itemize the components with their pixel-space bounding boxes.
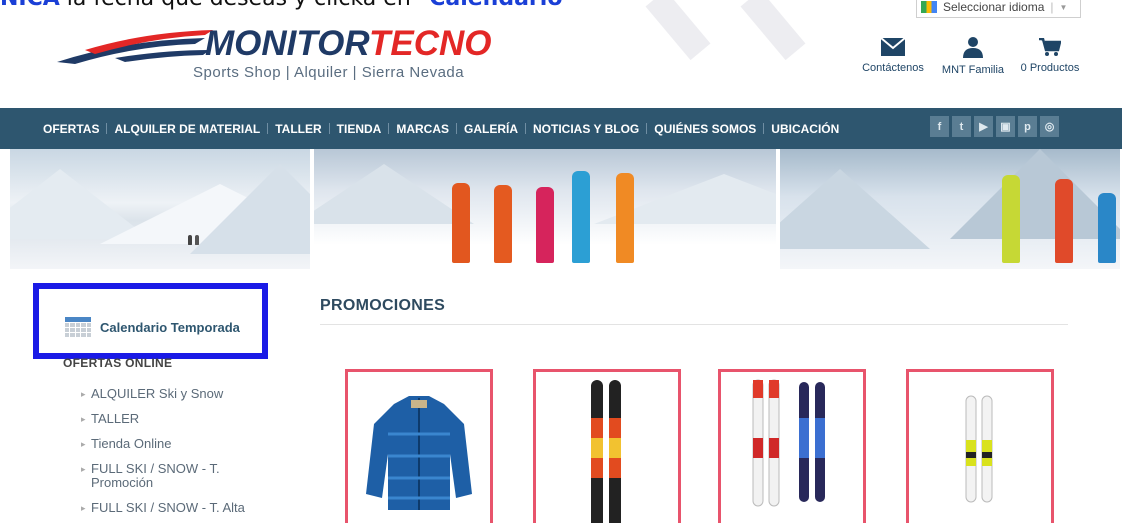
instruction-text: NICA la fecha que deseas y clicka en "Ca…	[0, 0, 574, 11]
product-card-two-skis[interactable]	[718, 369, 866, 523]
instruction-prefix: NICA	[0, 0, 60, 11]
hero-banner	[10, 149, 1120, 269]
nav-item-galeria[interactable]: GALERÍA	[449, 122, 518, 136]
title-divider	[320, 324, 1068, 325]
pinterest-icon[interactable]: p	[1018, 116, 1037, 137]
sidebar-item-tienda-online[interactable]: Tienda Online	[81, 437, 261, 452]
family-link[interactable]: MNT Familia	[940, 36, 1006, 76]
nav-item-ofertas[interactable]: OFERTAS	[43, 122, 99, 136]
logo-brand-primary: MONITOR	[205, 24, 369, 63]
facebook-icon[interactable]: f	[930, 116, 949, 137]
nav-item-alquiler[interactable]: ALQUILER DE MATERIAL	[99, 122, 260, 136]
logo-tagline: Sports Shop | Alquiler | Sierra Nevada	[193, 64, 465, 81]
user-icon	[963, 37, 983, 58]
nav-item-tienda[interactable]: TIENDA	[322, 122, 382, 136]
calendar-season-label: Calendario Temporada	[100, 319, 240, 335]
cart-icon	[1039, 38, 1061, 56]
page-title: PROMOCIONES	[320, 297, 446, 314]
red-skis-image	[591, 380, 621, 523]
cart-link[interactable]: 0 Productos	[1018, 38, 1082, 74]
instruction-body: la fecha que deseas y clicka en	[60, 0, 418, 11]
instruction-link: "Calendario"	[418, 0, 574, 11]
nav-item-quienes-somos[interactable]: QUIÉNES SOMOS	[639, 122, 756, 136]
sidebar-item-alquiler[interactable]: ALQUILER Ski y Snow	[81, 387, 261, 402]
language-selector-separator: |	[1050, 0, 1054, 14]
banner-image-valley	[10, 149, 310, 269]
instagram-icon[interactable]: ▣	[996, 116, 1015, 137]
sidebar-item-full-ski-promocion[interactable]: FULL SKI / SNOW - T. Promoción	[81, 462, 261, 490]
nav-item-ubicacion[interactable]: UBICACIÓN	[756, 122, 839, 136]
decorative-stripe	[740, 0, 806, 61]
calendar-season-link[interactable]: Calendario Temporada	[65, 317, 240, 337]
google-translate-icon	[921, 1, 937, 13]
cart-label: 0 Productos	[1020, 62, 1080, 74]
nav-item-noticias[interactable]: NOTICIAS Y BLOG	[518, 122, 639, 136]
product-card-jacket[interactable]	[345, 369, 493, 523]
language-selector-label: Seleccionar idioma	[943, 0, 1045, 14]
tripadvisor-icon[interactable]: ◎	[1040, 116, 1059, 137]
logo-wordmark: MONITORTECNO	[205, 24, 492, 64]
family-label: MNT Familia	[941, 64, 1005, 76]
yellow-skis-image	[965, 395, 993, 503]
language-selector[interactable]: Seleccionar idioma | ▼	[916, 0, 1081, 18]
sidebar-item-full-ski-alta[interactable]: FULL SKI / SNOW - T. Alta	[81, 501, 261, 516]
two-skis-image	[752, 379, 825, 507]
sidebar-menu: ALQUILER Ski y Snow TALLER Tienda Online…	[81, 387, 261, 523]
social-links: f t ▶ ▣ p ◎	[930, 116, 1059, 137]
site-logo[interactable]: MONITORTECNO Sports Shop | Alquiler | Si…	[55, 20, 505, 82]
calendar-icon	[65, 317, 91, 337]
product-card-red-skis[interactable]	[533, 369, 681, 523]
contact-label: Contáctenos	[862, 62, 924, 74]
decorative-stripe	[645, 0, 711, 61]
chevron-down-icon: ▼	[1059, 2, 1068, 12]
jacket-image	[366, 396, 472, 510]
banner-image-group	[314, 149, 776, 269]
nav-item-taller[interactable]: TALLER	[260, 122, 321, 136]
envelope-icon	[881, 38, 905, 56]
logo-brand-secondary: TECNO	[369, 24, 492, 63]
banner-image-ridge	[780, 149, 1120, 269]
youtube-icon[interactable]: ▶	[974, 116, 993, 137]
contact-link[interactable]: Contáctenos	[860, 38, 926, 74]
product-card-yellow-skis[interactable]	[906, 369, 1054, 523]
logo-swoosh-icon	[57, 30, 213, 64]
twitter-icon[interactable]: t	[952, 116, 971, 137]
sidebar-item-taller[interactable]: TALLER	[81, 412, 261, 427]
nav-item-marcas[interactable]: MARCAS	[381, 122, 449, 136]
sidebar-heading: OFERTAS ONLINE	[63, 356, 173, 370]
